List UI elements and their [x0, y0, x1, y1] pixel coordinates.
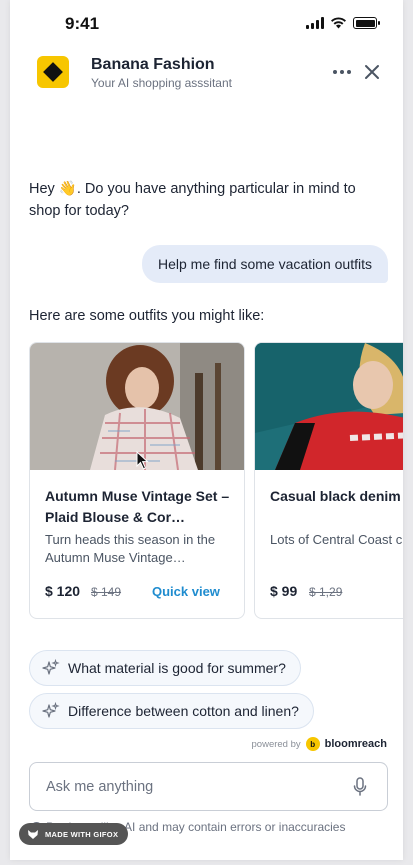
sparkle-icon	[42, 702, 60, 718]
suggestion-label: Difference between cotton and linen?	[68, 703, 299, 719]
product-title[interactable]: Casual black denim jacket	[270, 486, 403, 507]
gifox-watermark: MADE WITH GIFOX	[19, 823, 129, 845]
brand-logo-icon	[37, 56, 69, 88]
signal-icon	[306, 17, 324, 29]
product-old-price: $ 1,29	[309, 585, 343, 599]
mouse-cursor-icon	[136, 451, 149, 470]
powered-by-label: powered by	[251, 738, 301, 750]
sparkle-icon	[42, 659, 60, 675]
product-price: $ 99	[270, 583, 298, 599]
suggestion-chip[interactable]: What material is good for summer?	[29, 650, 301, 686]
more-options-button[interactable]	[330, 60, 354, 84]
powered-by-brand: bloomreach	[324, 738, 387, 750]
wifi-icon	[331, 17, 346, 29]
brand-name: Banana Fashion	[91, 56, 215, 73]
quick-view-button[interactable]: Quick view	[152, 584, 220, 599]
chat-window: 9:41 Banana Fashion Your AI shopping ass…	[10, 0, 403, 860]
product-description: Lots of Central Coast character with a m…	[270, 532, 403, 547]
microphone-icon[interactable]	[353, 777, 367, 797]
product-description: Turn heads this season in the Autumn Mus…	[45, 532, 216, 565]
brand-subtitle: Your AI shopping asssitant	[91, 76, 232, 90]
chat-input-box[interactable]	[29, 762, 388, 811]
chat-header: Banana Fashion Your AI shopping asssitan…	[10, 48, 403, 100]
user-message-bubble: Help me find some vacation outfits	[142, 245, 388, 283]
product-card[interactable]: Casual black denim jacket Lots of Centra…	[254, 342, 403, 619]
status-bar: 9:41	[10, 0, 403, 48]
bot-greeting-message: Hey 👋. Do you have anything particular i…	[29, 181, 356, 219]
close-icon[interactable]	[360, 60, 384, 84]
product-card[interactable]: Autumn Muse Vintage Set – Plaid Blouse &…	[29, 342, 245, 619]
fox-icon	[28, 829, 38, 839]
product-image[interactable]	[255, 343, 403, 470]
powered-by: powered by b bloomreach	[252, 737, 387, 751]
bot-intro-message: Here are some outfits you might like:	[29, 308, 265, 324]
battery-icon	[353, 17, 380, 29]
suggestion-label: What material is good for summer?	[68, 660, 286, 676]
watermark-label: MADE WITH GIFOX	[45, 829, 119, 839]
product-price: $ 120	[45, 583, 81, 599]
status-icons	[306, 17, 380, 29]
suggestion-chip[interactable]: Difference between cotton and linen?	[29, 693, 314, 729]
status-time: 9:41	[65, 14, 100, 33]
bloomreach-logo-icon: b	[305, 737, 320, 751]
product-carousel[interactable]: Autumn Muse Vintage Set – Plaid Blouse &…	[29, 342, 403, 622]
chat-input[interactable]	[46, 775, 336, 799]
product-title[interactable]: Autumn Muse Vintage Set – Plaid Blouse &…	[45, 486, 235, 528]
product-old-price: $ 149	[91, 585, 122, 599]
